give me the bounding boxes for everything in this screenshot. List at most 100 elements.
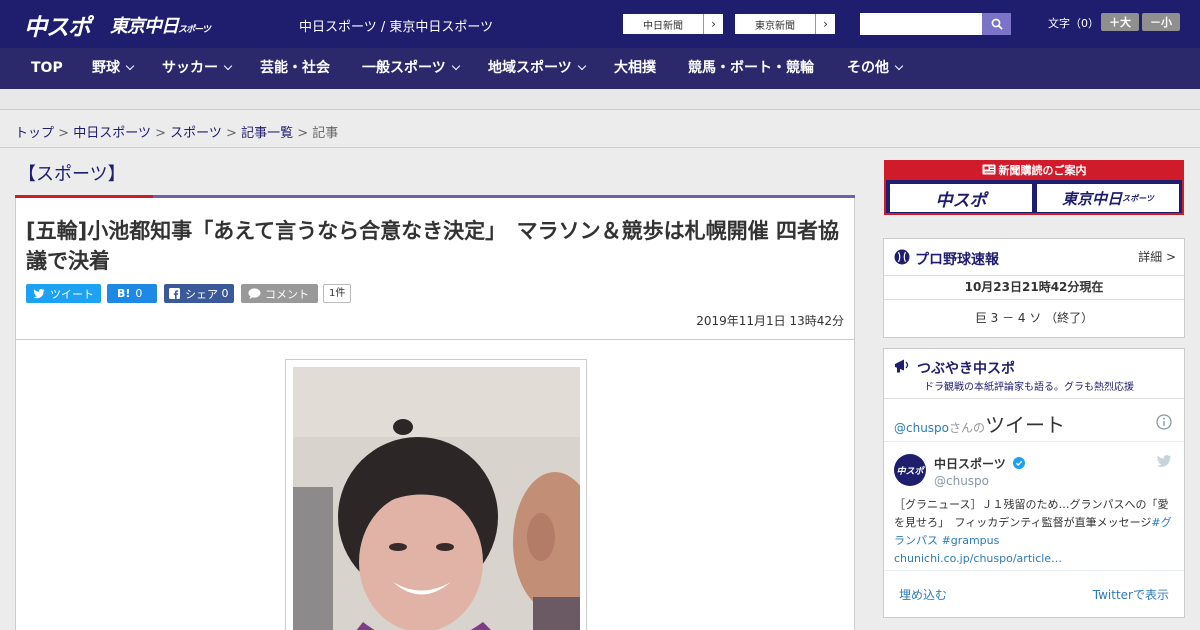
timeline-account-suffix: さんの <box>949 421 986 435</box>
chevron-right-icon: › <box>703 14 723 34</box>
nav-item-other[interactable]: その他 <box>847 48 904 89</box>
comment-bubble-icon <box>248 288 261 299</box>
breadcrumb-top[interactable]: トップ <box>15 126 54 141</box>
chevron-down-icon <box>451 61 460 71</box>
breadcrumb-article-list[interactable]: 記事一覧 <box>241 126 293 141</box>
tweet-link[interactable]: chunichi.co.jp/chuspo/article… <box>894 552 1062 565</box>
chevron-down-icon <box>223 61 233 71</box>
nav-label: 芸能・社会 <box>260 60 330 76</box>
timeline-account-link[interactable]: @chuspo <box>894 421 949 435</box>
tweet-handle[interactable]: @chuspo <box>934 474 989 488</box>
subscription-banner-text: 新聞購読のご案内 <box>998 164 1087 177</box>
tsubuyaki-subtitle: ドラ観戦の本紙評論家も語る。グラも熱烈応援 <box>924 382 1134 393</box>
search-button[interactable] <box>982 13 1011 35</box>
tweet-author-name: 中日スポーツ <box>934 457 1006 471</box>
top-header: 中スポ 東京中日スポーツ 中日スポーツ / 東京中日スポーツ 中日新聞 › 東京… <box>0 0 1200 48</box>
font-size-label: 文字（0） <box>1048 17 1099 30</box>
subscription-banner[interactable]: 新聞購読のご案内 中スポ 東京中日 スポーツ <box>884 160 1184 215</box>
tweet-body: ［グラニュース］Ｊ１残留のため…グランパスへの「愛を見せろ」 フィッカデンティ監… <box>894 498 1169 529</box>
baseball-score[interactable]: 巨 3 － 4 ソ （終了） <box>884 309 1184 326</box>
info-icon[interactable] <box>1156 414 1172 430</box>
nav-label: 地域スポーツ <box>488 60 572 76</box>
nav-item-entertainment[interactable]: 芸能・社会 <box>260 48 330 89</box>
tweet-label: ツイート <box>50 287 94 301</box>
chevron-right-icon: › <box>815 14 835 34</box>
chuspo-logo[interactable]: 中スポ <box>24 8 91 42</box>
hatena-bookmark-button[interactable]: B! 0 <box>107 284 157 303</box>
article-photo <box>293 367 580 630</box>
nav-label: 一般スポーツ <box>362 60 446 76</box>
nav-item-regional-sports[interactable]: 地域スポーツ <box>488 48 586 89</box>
nav-item-sumo[interactable]: 大相撲 <box>614 48 656 89</box>
nav-label: 野球 <box>92 60 120 76</box>
nav-label: 大相撲 <box>614 60 656 76</box>
nav-label: 競馬・ボート・競輪 <box>688 60 814 76</box>
nav-label: その他 <box>847 60 889 76</box>
twitter-bird-icon <box>33 288 45 298</box>
breadcrumb-chunichi-sports[interactable]: 中日スポーツ <box>73 126 151 141</box>
facebook-share-button[interactable]: シェア 0 <box>164 284 234 303</box>
nav-item-keiba[interactable]: 競馬・ボート・競輪 <box>688 48 814 89</box>
twitter-bird-icon[interactable] <box>1156 455 1172 468</box>
timeline-divider <box>884 441 1184 442</box>
timeline-tweets-label: ツイート <box>985 413 1066 437</box>
megaphone-icon <box>895 359 909 373</box>
tokyo-shimbun-label: 東京新聞 <box>755 20 795 32</box>
comment-button[interactable]: コメント <box>241 284 318 303</box>
breadcrumb-sports[interactable]: スポーツ <box>170 126 222 141</box>
embed-link[interactable]: 埋め込む <box>899 586 947 603</box>
nav-label: TOP <box>31 60 63 76</box>
ad-chuspo-logo: 中スポ <box>890 184 1032 212</box>
header-strip <box>0 89 1200 110</box>
tokyo-logo-sub: スポーツ <box>178 25 211 35</box>
ad-tokyo-chunichi-logo: 東京中日 スポーツ <box>1037 184 1179 212</box>
photo-illustration <box>293 367 580 630</box>
nav-item-general-sports[interactable]: 一般スポーツ <box>362 48 460 89</box>
article-header: [五輪]小池都知事「あえて言うなら合意なき決定」 マラソン＆競歩は札幌開催 四者… <box>15 198 855 340</box>
search-input[interactable] <box>860 13 982 35</box>
comment-label: コメント <box>265 287 309 301</box>
hatena-icon: B! <box>117 287 131 300</box>
nav-item-top[interactable]: TOP <box>31 48 63 89</box>
article-headline: [五輪]小池都知事「あえて言うなら合意なき決定」 マラソン＆競歩は札幌開催 四者… <box>26 219 839 273</box>
facebook-icon <box>169 288 180 299</box>
sites-links[interactable]: 中日スポーツ / 東京中日スポーツ <box>299 16 493 35</box>
breadcrumb-separator: > <box>155 126 166 141</box>
chunichi-shimbun-button[interactable]: 中日新聞 › <box>622 13 724 35</box>
chevron-down-icon <box>577 61 586 71</box>
hatena-count: 0 <box>135 287 143 300</box>
tsubuyaki-title: つぶやき中スポ <box>917 361 1015 377</box>
main-nav: TOP 野球 サッカー 芸能・社会 一般スポーツ 地域スポーツ 大相撲 競馬・ボ… <box>0 48 1200 89</box>
tweet-text: ［グラニュース］Ｊ１残留のため…グランパスへの「愛を見せろ」 フィッカデンティ監… <box>894 496 1174 568</box>
breadcrumb-separator: > <box>226 126 237 141</box>
baseball-live-box: プロ野球速報 詳細 > 10月23日21時42分現在 巨 3 － 4 ソ （終了… <box>883 238 1185 338</box>
article-photo-frame[interactable] <box>285 359 587 630</box>
tweet-button[interactable]: ツイート <box>26 284 101 303</box>
tweet-author[interactable]: 中日スポーツ <box>934 455 1025 472</box>
nav-item-baseball[interactable]: 野球 <box>92 48 135 89</box>
section-title: 【スポーツ】 <box>18 164 126 185</box>
baseball-detail-link[interactable]: 詳細 > <box>1138 248 1176 265</box>
chunichi-shimbun-label: 中日新聞 <box>643 20 683 32</box>
nav-item-soccer[interactable]: サッカー <box>162 48 233 89</box>
subscription-banner-title: 新聞購読のご案内 <box>886 162 1182 180</box>
verified-badge-icon <box>1012 457 1025 469</box>
comment-count-badge[interactable]: 1件 <box>323 284 352 303</box>
tokyo-shimbun-button[interactable]: 東京新聞 › <box>734 13 836 35</box>
breadcrumb-bar: トップ > 中日スポーツ > スポーツ > 記事一覧 > 記事 <box>0 111 1200 148</box>
breadcrumb-separator: > <box>58 126 70 141</box>
search-icon <box>991 18 1003 30</box>
tokyo-chunichi-logo[interactable]: 東京中日スポーツ <box>110 12 211 38</box>
newspaper-icon <box>982 164 995 175</box>
nav-label: サッカー <box>162 60 218 76</box>
font-smaller-button[interactable]: －小 <box>1142 13 1180 31</box>
chevron-down-icon <box>894 61 904 71</box>
baseball-timestamp: 10月23日21時42分現在 <box>884 275 1184 300</box>
tokyo-logo-text: 東京中日 <box>110 16 179 37</box>
tweet-avatar[interactable]: 中スポ <box>894 454 926 486</box>
ad-tokyo-logo-sub: スポーツ <box>1122 193 1154 203</box>
timeline-heading: @chuspoさんのツイート <box>894 409 1065 438</box>
font-larger-button[interactable]: ＋大 <box>1101 13 1139 31</box>
article-body <box>15 340 855 630</box>
view-on-twitter-link[interactable]: Twitterで表示 <box>1093 586 1169 603</box>
